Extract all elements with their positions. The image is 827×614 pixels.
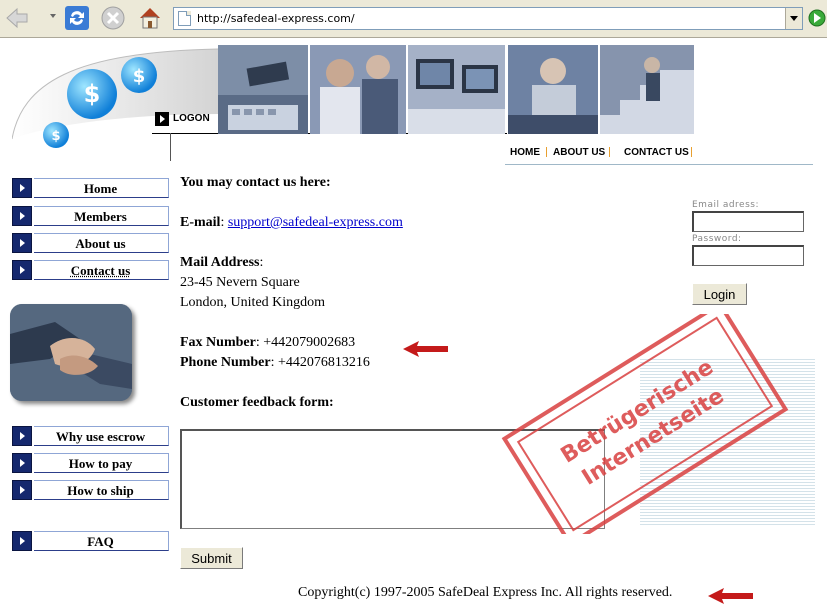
sidebar-item-box: Members (34, 206, 169, 226)
sidebar-item-label: How to ship (67, 483, 134, 498)
sidebar-item-box: How to ship (34, 480, 169, 500)
sidebar-item-box: Home (34, 178, 169, 198)
password-field-label: Password: (692, 234, 742, 244)
sidebar-item-box: FAQ (34, 531, 169, 551)
back-arrow-icon[interactable] (4, 5, 30, 31)
nav-arrow-icon (12, 453, 32, 473)
sidebar-item-label: FAQ (87, 534, 114, 549)
svg-text:$: $ (84, 80, 101, 108)
computer-screens-photo (408, 45, 505, 134)
contact-intro: You may contact us here: (180, 175, 331, 190)
sidebar-item-label: Home (83, 181, 118, 196)
keyboard-phone-photo (218, 45, 308, 134)
world-map-decoration (640, 359, 815, 527)
refresh-icon[interactable] (64, 5, 90, 31)
nav-arrow-icon (12, 531, 32, 551)
nav-arrow-icon (12, 233, 32, 253)
sidebar-item-label: About us (75, 236, 126, 251)
submit-button[interactable]: Submit (180, 547, 243, 569)
play-arrow-icon (155, 112, 169, 126)
nav-arrow-icon (12, 260, 32, 280)
sidebar-item-box: How to pay (34, 453, 169, 473)
web-page: $ $ $ LOGON HOME ABOUT US CONTACT US Hom… (0, 39, 827, 614)
sidebar-item-box: About us (34, 233, 169, 253)
login-email-input[interactable] (692, 211, 804, 232)
sidebar-item-how-to-pay[interactable]: How to pay (12, 453, 169, 473)
nav-arrow-icon (12, 178, 32, 198)
header-vertical-divider (170, 133, 171, 161)
email-row: E-mail: support@safedeal-express.com (180, 215, 403, 230)
svg-text:$: $ (133, 66, 146, 87)
topnav-home[interactable]: HOME (510, 147, 540, 158)
sidebar-item-label: Contact us (70, 263, 131, 278)
stairs-photo (600, 45, 694, 134)
phone-row: Phone Number: +442076813216 (180, 355, 370, 370)
address-bar[interactable]: http://safedeal-express.com/ (173, 7, 803, 30)
sidebar-item-why-use-escrow[interactable]: Why use escrow (12, 426, 169, 446)
phone-value: +442076813216 (278, 355, 370, 370)
go-icon[interactable] (808, 9, 826, 27)
home-icon[interactable] (137, 5, 163, 31)
address-url[interactable]: http://safedeal-express.com/ (197, 12, 355, 25)
sidebar-item-home[interactable]: Home (12, 178, 169, 198)
email-label: E-mail (180, 215, 221, 230)
mail-address-label: Mail Address (180, 255, 260, 270)
nav-arrow-icon (12, 426, 32, 446)
header-photo-strip (218, 45, 694, 134)
man-at-desk-photo (508, 45, 598, 134)
warning-arrow-icon (708, 588, 753, 604)
back-dropdown-icon[interactable] (50, 14, 56, 18)
topnav-about-us[interactable]: ABOUT US (553, 147, 605, 158)
handshake-image (10, 304, 132, 401)
address-line-1: 23-45 Nevern Square (180, 275, 300, 290)
stop-icon[interactable] (100, 5, 126, 31)
sidebar-item-label: Why use escrow (55, 429, 146, 444)
feedback-textarea[interactable] (180, 429, 605, 529)
mail-address-row: Mail Address: (180, 255, 264, 270)
sidebar-item-box: Contact us (34, 260, 169, 280)
page-icon (178, 11, 191, 26)
address-line-2: London, United Kingdom (180, 295, 326, 310)
topnav-separator (691, 147, 692, 157)
sidebar-item-label: Members (74, 209, 127, 224)
topnav-contact-us[interactable]: CONTACT US (624, 147, 689, 158)
sidebar-item-how-to-ship[interactable]: How to ship (12, 480, 169, 500)
sidebar-item-faq[interactable]: FAQ (12, 531, 169, 551)
phone-label: Phone Number (180, 355, 271, 370)
address-dropdown-icon[interactable] (785, 8, 802, 29)
sidebar-item-contact-us[interactable]: Contact us (12, 260, 169, 280)
topnav-separator (609, 147, 610, 157)
fax-value: +442079002683 (263, 335, 356, 350)
email-link[interactable]: support@safedeal-express.com (228, 215, 403, 230)
sidebar-item-about-us[interactable]: About us (12, 233, 169, 253)
sidebar-item-label: How to pay (68, 456, 133, 471)
sidebar-item-box: Why use escrow (34, 426, 169, 446)
logon-label: LOGON (173, 113, 210, 124)
fax-row: Fax Number: +442079002683 (180, 335, 356, 350)
svg-text:$: $ (51, 129, 60, 144)
email-field-label: Email adress: (692, 200, 760, 210)
nav-arrow-icon (12, 206, 32, 226)
fax-label: Fax Number (180, 335, 256, 350)
businessmen-photo (310, 45, 406, 134)
login-button[interactable]: Login (692, 283, 747, 305)
browser-toolbar: http://safedeal-express.com/ (0, 0, 827, 38)
topnav-underline (505, 164, 813, 165)
login-password-input[interactable] (692, 245, 804, 266)
topnav-separator (546, 147, 547, 157)
nav-arrow-icon (12, 480, 32, 500)
feedback-title: Customer feedback form: (180, 395, 334, 410)
sidebar-item-members[interactable]: Members (12, 206, 169, 226)
warning-arrow-icon (403, 341, 448, 357)
logon-link[interactable]: LOGON (155, 111, 215, 127)
copyright-text: Copyright(c) 1997-2005 SafeDeal Express … (298, 585, 673, 600)
